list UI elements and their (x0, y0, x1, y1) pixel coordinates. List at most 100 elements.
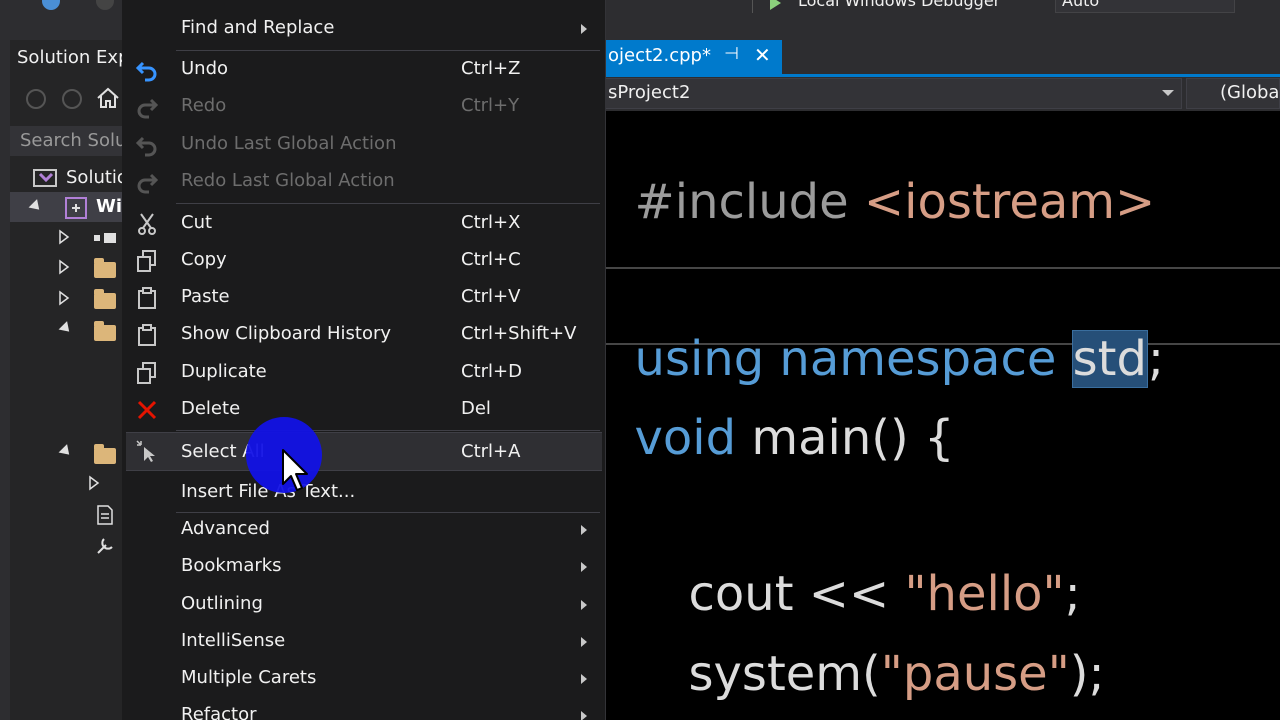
menu-separator (176, 430, 600, 431)
resource-files-folder-icon (94, 321, 116, 341)
keyword-token: void (634, 410, 737, 466)
menu-item-label: Advanced (181, 518, 270, 539)
submenu-arrow-icon (581, 525, 587, 535)
project-dropdown-value: sProject2 (608, 82, 691, 103)
delete-icon (134, 397, 160, 423)
paste-icon (134, 285, 160, 311)
menu-item-multiple-carets[interactable]: Multiple Carets (126, 661, 602, 697)
menu-item-redo-last-global-action[interactable]: Redo Last Global Action (126, 164, 602, 200)
properties-icon (97, 538, 113, 554)
menu-item-label: Undo Last Global Action (181, 133, 397, 154)
config-dropdown-value: Auto (1062, 0, 1100, 10)
menu-item-label: Delete (181, 398, 241, 419)
undo-icon (134, 57, 160, 83)
submenu-arrow-icon (581, 711, 587, 720)
punctuation-token: ); (1069, 646, 1105, 702)
menu-item-select-all[interactable]: Select All Ctrl+A (126, 432, 602, 471)
menu-item-duplicate[interactable]: Duplicate Ctrl+D (126, 355, 602, 391)
cpp-project-icon (65, 197, 87, 219)
submenu-arrow-icon (581, 674, 587, 684)
menu-item-label: Undo (181, 58, 229, 79)
menu-item-undo-last-global-action[interactable]: Undo Last Global Action (126, 127, 602, 163)
menu-item-copy[interactable]: Copy Ctrl+C (126, 243, 602, 279)
menu-item-label: Refactor (181, 704, 257, 720)
expand-right-icon[interactable] (58, 229, 70, 245)
menu-item-shortcut: Ctrl+D (461, 361, 522, 382)
scissors-icon (134, 211, 160, 237)
menu-item-label: Paste (181, 286, 230, 307)
close-icon[interactable]: ✕ (754, 43, 771, 67)
menu-item-paste[interactable]: Paste Ctrl+V (126, 280, 602, 316)
code-line-5[interactable]: system("pause"); (658, 590, 1105, 702)
se-back-icon[interactable] (26, 89, 46, 109)
menu-item-shortcut: Ctrl+A (461, 441, 521, 462)
toolbar-back-icon[interactable] (42, 0, 60, 10)
menu-item-label: Redo (181, 95, 227, 116)
copy-icon (134, 248, 160, 274)
submenu-arrow-icon (581, 24, 587, 34)
submenu-arrow-icon (581, 637, 587, 647)
include-target-token: <iostream> (863, 174, 1156, 230)
menu-item-cut[interactable]: Cut Ctrl+X (126, 206, 602, 242)
menu-item-outlining[interactable]: Outlining (126, 587, 602, 623)
mouse-pointer-icon (282, 449, 308, 491)
project-dropdown[interactable] (604, 78, 1182, 109)
menu-item-insert-file-as-text[interactable]: Insert File As Text... (126, 475, 602, 511)
source-files-folder-icon (94, 444, 116, 464)
expand-right-icon[interactable] (58, 259, 70, 275)
menu-item-undo[interactable]: Undo Ctrl+Z (126, 52, 602, 88)
debugger-button-label[interactable]: Local Windows Debugger (798, 0, 1000, 10)
redo-icon (134, 94, 160, 120)
clipboard-icon (134, 322, 160, 348)
menu-item-delete[interactable]: Delete Del (126, 392, 602, 428)
toolbar-forward-icon[interactable] (96, 0, 114, 10)
menu-item-redo[interactable]: Redo Ctrl+Y (126, 89, 602, 125)
menu-item-find-and-replace[interactable]: Find and Replace (126, 11, 602, 47)
run-icon[interactable] (770, 0, 781, 10)
menu-item-bookmarks[interactable]: Bookmarks (126, 549, 602, 585)
code-line-3[interactable]: void main() { (604, 354, 955, 466)
menu-item-show-clipboard-history[interactable]: Show Clipboard History Ctrl+Shift+V (126, 317, 602, 353)
menu-item-label: Cut (181, 212, 213, 233)
menu-item-advanced[interactable]: Advanced (126, 512, 602, 548)
menu-item-shortcut: Ctrl+Y (461, 95, 520, 116)
redo-global-icon (134, 169, 160, 195)
string-token: "pause" (880, 646, 1070, 702)
solution-explorer-title: Solution Exp (17, 47, 130, 68)
menu-item-label: Duplicate (181, 361, 267, 382)
code-line-1[interactable]: #include <iostream> (604, 118, 1156, 230)
menu-item-label: IntelliSense (181, 630, 286, 651)
menu-item-shortcut: Ctrl+X (461, 212, 521, 233)
solution-root-label[interactable]: Solutio (66, 167, 128, 188)
solution-icon (33, 169, 57, 187)
submenu-arrow-icon (581, 600, 587, 610)
menu-item-refactor[interactable]: Refactor (126, 698, 602, 720)
menu-item-label: Redo Last Global Action (181, 170, 395, 191)
se-forward-icon[interactable] (62, 89, 82, 109)
home-icon[interactable] (96, 86, 120, 110)
select-all-icon (134, 438, 160, 464)
editor-tab-label[interactable]: oject2.cpp* (608, 45, 711, 66)
chevron-down-icon[interactable] (1162, 90, 1174, 96)
menu-item-label: Multiple Carets (181, 667, 317, 688)
scope-dropdown-value: (Globa (1220, 82, 1280, 103)
pin-icon[interactable]: ⊣ (724, 44, 739, 64)
menu-item-label: Copy (181, 249, 227, 270)
preprocessor-token: #include (634, 174, 864, 230)
menu-item-label: Bookmarks (181, 555, 282, 576)
file-icon (97, 505, 113, 525)
expand-right-icon[interactable] (58, 290, 70, 306)
menu-item-shortcut: Ctrl+C (461, 249, 521, 270)
menu-item-label: Outlining (181, 593, 263, 614)
external-deps-folder-icon (94, 258, 116, 278)
menu-separator (176, 203, 600, 204)
menu-item-intellisense[interactable]: IntelliSense (126, 624, 602, 660)
references-icon (94, 233, 116, 243)
expand-right-icon[interactable] (88, 475, 100, 491)
solution-search-placeholder: Search Solu (20, 130, 127, 151)
header-files-folder-icon (94, 289, 116, 309)
undo-global-icon (134, 132, 160, 158)
project-label[interactable]: Wi (96, 196, 122, 217)
toolbar-separator (752, 0, 753, 13)
menu-item-shortcut: Del (461, 398, 491, 419)
